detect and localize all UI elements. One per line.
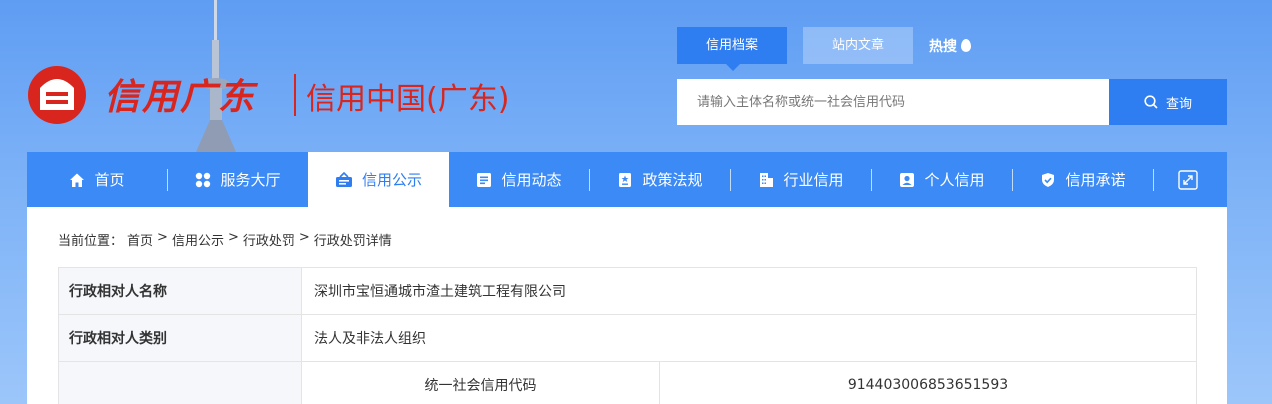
nav-item-home[interactable]: 首页	[27, 152, 167, 207]
nav-label: 个人信用	[924, 171, 985, 189]
search-button[interactable]: 查询	[1109, 79, 1227, 125]
breadcrumb-separator: >	[298, 230, 310, 245]
main-content: 当前位置： 首页 > 信用公示 > 行政处罚 > 行政处罚详情 行政相对人名称 …	[27, 207, 1227, 404]
main-nav: 首页 服务大厅 信用公示 信用动态 政策法规 行业信用 个人信用 信用承诺	[27, 152, 1227, 207]
grid-icon	[195, 172, 211, 188]
building-icon	[758, 172, 774, 188]
nav-label: 政策法规	[642, 171, 703, 189]
hot-search-label: 热搜	[929, 38, 957, 55]
news-icon	[476, 172, 492, 188]
home-icon	[69, 172, 85, 188]
row-value: 法人及非法人组织	[301, 314, 1197, 362]
announce-icon	[335, 171, 353, 188]
nav-item-industry-credit[interactable]: 行业信用	[731, 152, 871, 207]
search-tabs: 信用档案 站内文章 热搜	[677, 27, 971, 71]
breadcrumb: 当前位置： 首页 > 信用公示 > 行政处罚 > 行政处罚详情	[58, 230, 396, 249]
table-row: 行政相对人类别 法人及非法人组织	[58, 314, 1197, 362]
nav-item-personal-credit[interactable]: 个人信用	[872, 152, 1012, 207]
flame-icon	[961, 39, 971, 52]
nav-label: 信用承诺	[1065, 171, 1126, 189]
nav-item-credit-news[interactable]: 信用动态	[449, 152, 589, 207]
breadcrumb-home[interactable]: 首页	[127, 230, 153, 249]
tab-credit-archive[interactable]: 信用档案	[677, 27, 787, 71]
row-value: 深圳市宝恒通城市渣土建筑工程有限公司	[301, 267, 1197, 315]
row-label: 行政相对人类别	[58, 314, 302, 362]
credit-emblem-icon	[28, 66, 86, 124]
nav-item-service-hall[interactable]: 服务大厅	[168, 152, 308, 207]
expand-icon	[1178, 169, 1198, 190]
credit-code-value: 914403006853651593	[659, 361, 1197, 404]
nav-expand-button[interactable]	[1154, 152, 1222, 207]
row-label: 行政相对人名称	[58, 267, 302, 315]
logo-brand-text: 信用广东	[104, 76, 257, 118]
policy-icon	[617, 172, 633, 188]
search-icon	[1144, 95, 1158, 109]
shield-icon	[1040, 172, 1056, 188]
nav-label: 行业信用	[783, 171, 844, 189]
nav-label: 服务大厅	[220, 171, 281, 189]
nav-label: 首页	[94, 171, 125, 189]
breadcrumb-separator: >	[227, 230, 239, 245]
nav-item-credit-commitment[interactable]: 信用承诺	[1013, 152, 1153, 207]
table-row: 行政相对人名称 深圳市宝恒通城市渣土建筑工程有限公司	[58, 267, 1197, 315]
breadcrumb-prefix: 当前位置：	[58, 234, 124, 249]
logo-subtitle: 信用中国(广东)	[306, 82, 510, 117]
nav-label: 信用公示	[361, 171, 422, 189]
credit-code-label: 统一社会信用代码	[301, 361, 660, 404]
breadcrumb-separator: >	[157, 230, 168, 245]
table-row: 统一社会信用代码 914403006853651593	[58, 361, 1197, 404]
nav-item-policy[interactable]: 政策法规	[590, 152, 730, 207]
person-card-icon	[899, 172, 915, 188]
search-bar: 查询	[677, 79, 1227, 125]
row-label-empty	[58, 361, 302, 404]
search-button-label: 查询	[1165, 95, 1192, 111]
nav-item-credit-publicity[interactable]: 信用公示	[308, 152, 449, 207]
site-logo[interactable]: 信用广东 信用中国(广东)	[26, 62, 526, 132]
logo-divider	[294, 74, 296, 116]
breadcrumb-credit-publicity[interactable]: 信用公示	[172, 230, 224, 249]
tab-site-articles[interactable]: 站内文章	[803, 27, 913, 64]
nav-label: 信用动态	[501, 171, 562, 189]
breadcrumb-admin-penalty[interactable]: 行政处罚	[243, 230, 295, 249]
hot-search[interactable]: 热搜	[929, 36, 971, 56]
penalty-detail-table: 行政相对人名称 深圳市宝恒通城市渣土建筑工程有限公司 行政相对人类别 法人及非法…	[58, 267, 1197, 404]
search-input[interactable]	[677, 79, 1109, 125]
breadcrumb-current: 行政处罚详情	[313, 234, 392, 249]
